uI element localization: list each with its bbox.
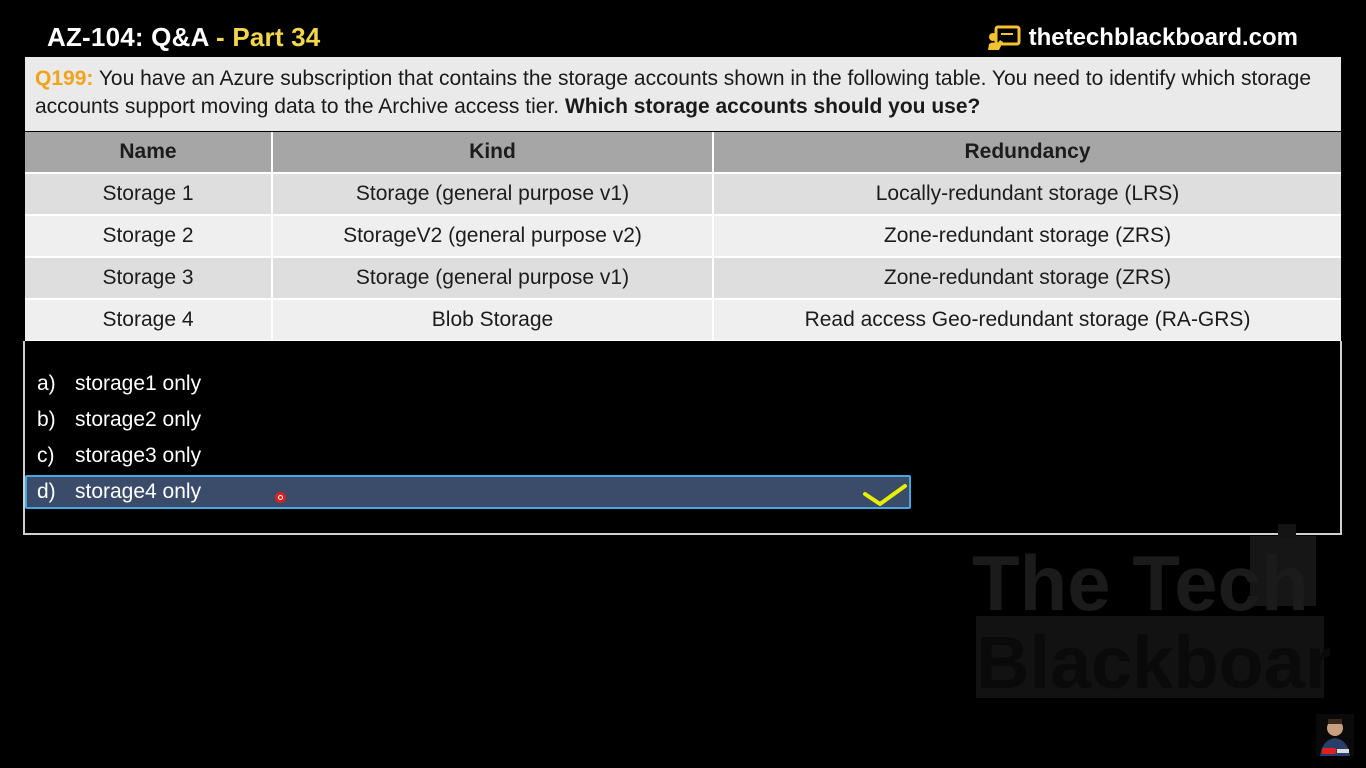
cell-redundancy: Zone-redundant storage (ZRS) <box>713 257 1341 300</box>
cell-redundancy: Read access Geo-redundant storage (RA-GR… <box>713 299 1341 342</box>
cursor-dot-icon <box>275 492 286 503</box>
cell-name: Storage 3 <box>25 257 273 300</box>
cell-kind: Storage (general purpose v1) <box>272 257 714 300</box>
option-d-correct[interactable]: d) storage4 only <box>25 475 911 509</box>
chalkboard-teacher-icon <box>987 25 1021 50</box>
table-row: Storage 2 StorageV2 (general purpose v2)… <box>25 215 1341 258</box>
question-number: Q199: <box>35 67 94 90</box>
table-header-row: Name Kind Redundancy <box>25 132 1341 174</box>
question-ask: Which storage accounts should you use? <box>564 95 981 118</box>
cell-redundancy: Locally-redundant storage (LRS) <box>713 173 1341 216</box>
cell-kind: Blob Storage <box>272 299 714 342</box>
title-separator: - <box>208 22 233 52</box>
option-letter: a) <box>37 372 56 395</box>
table-row: Storage 1 Storage (general purpose v1) L… <box>25 173 1341 216</box>
cell-name: Storage 1 <box>25 173 273 216</box>
option-text: storage3 only <box>75 444 202 467</box>
cell-name: Storage 4 <box>25 299 273 342</box>
watermark-logo: The Tech Blackboard <box>972 524 1330 700</box>
option-b[interactable]: b) storage2 only <box>27 403 913 437</box>
option-text: storage2 only <box>75 408 202 431</box>
title-part: Part 34 <box>232 22 321 52</box>
title-main: AZ-104: Q&A <box>47 22 209 52</box>
column-header-kind: Kind <box>272 132 714 174</box>
option-a[interactable]: a) storage1 only <box>27 367 913 401</box>
cell-kind: Storage (general purpose v1) <box>272 173 714 216</box>
option-c[interactable]: c) storage3 only <box>27 439 913 473</box>
column-header-redundancy: Redundancy <box>713 132 1341 174</box>
slide: AZ-104: Q&A - Part 34 thetechblackboard.… <box>0 0 1366 768</box>
brand-logo: thetechblackboard.com <box>987 24 1298 52</box>
watermark-line1: The Tech <box>972 539 1309 627</box>
page-title: AZ-104: Q&A - Part 34 <box>47 22 320 53</box>
cell-redundancy: Zone-redundant storage (ZRS) <box>713 215 1341 258</box>
answer-options-panel: a) storage1 only b) storage2 only c) sto… <box>23 341 1342 535</box>
question-box: Q199: You have an Azure subscription tha… <box>25 57 1341 131</box>
watermark-line2: Blackboard <box>976 621 1330 700</box>
presenter-avatar-icon <box>1316 714 1354 756</box>
storage-accounts-table: Name Kind Redundancy Storage 1 Storage (… <box>25 132 1341 342</box>
cell-kind: StorageV2 (general purpose v2) <box>272 215 714 258</box>
cell-name: Storage 2 <box>25 215 273 258</box>
column-header-name: Name <box>25 132 273 174</box>
table-row: Storage 4 Blob Storage Read access Geo-r… <box>25 299 1341 342</box>
checkmark-icon <box>863 484 907 506</box>
option-text: storage1 only <box>75 372 202 395</box>
option-letter: d) <box>37 480 56 503</box>
option-letter: b) <box>37 408 56 431</box>
option-text: storage4 only <box>75 480 202 503</box>
table-row: Storage 3 Storage (general purpose v1) Z… <box>25 257 1341 300</box>
brand-text: thetechblackboard.com <box>1028 24 1298 51</box>
option-letter: c) <box>37 444 55 467</box>
